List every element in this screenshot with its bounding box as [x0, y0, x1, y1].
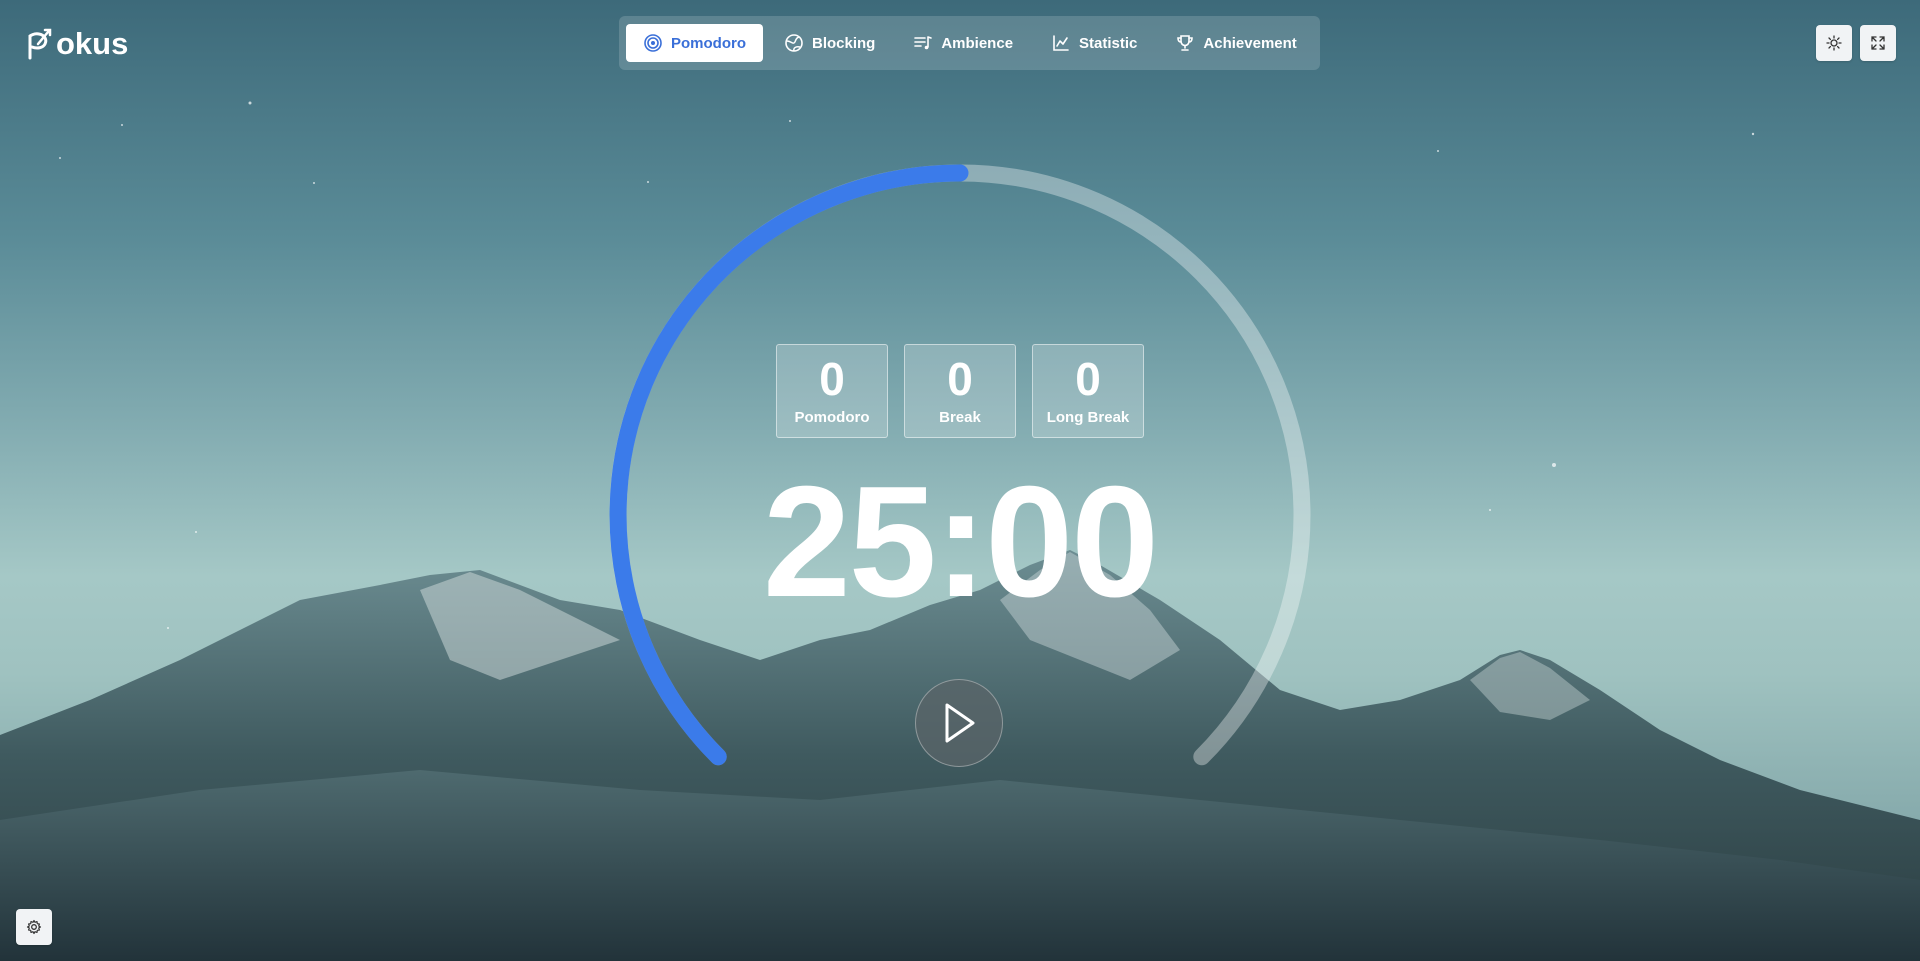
tab-achievement[interactable]: Achievement: [1158, 24, 1313, 62]
app-logo[interactable]: okus: [24, 26, 128, 62]
counter-label: Long Break: [1046, 409, 1130, 426]
counter-long-break: 0 Long Break: [1032, 344, 1144, 438]
counter-break: 0 Break: [904, 344, 1016, 438]
settings-button[interactable]: [16, 909, 52, 945]
play-icon: [945, 703, 975, 743]
main-nav: Pomodoro Blocking Ambience Statistic Ach…: [619, 16, 1320, 70]
counter-value: 0: [1075, 353, 1101, 405]
target-icon: [644, 34, 662, 52]
tab-ambience[interactable]: Ambience: [896, 24, 1030, 62]
tab-label: Pomodoro: [671, 34, 746, 52]
line-chart-icon: [1053, 35, 1069, 51]
gear-icon: [26, 919, 42, 935]
session-counters: 0 Pomodoro 0 Break 0 Long Break: [776, 344, 1144, 438]
fullscreen-button[interactable]: [1860, 25, 1896, 61]
tab-statistic[interactable]: Statistic: [1034, 24, 1154, 62]
expand-icon: [1871, 36, 1885, 50]
tab-label: Statistic: [1079, 34, 1138, 52]
tab-label: Ambience: [941, 34, 1014, 52]
tab-pomodoro[interactable]: Pomodoro: [626, 24, 763, 62]
counter-value: 0: [947, 353, 973, 405]
sun-icon: [1826, 35, 1842, 51]
theme-toggle-button[interactable]: [1816, 25, 1852, 61]
trophy-icon: [1177, 35, 1194, 51]
tab-label: Blocking: [812, 34, 876, 52]
counter-label: Break: [939, 409, 981, 426]
counter-label: Pomodoro: [794, 409, 870, 426]
counter-value: 0: [819, 353, 845, 405]
play-button[interactable]: [915, 679, 1003, 767]
music-list-icon: [914, 36, 933, 50]
logo-icon: [28, 28, 52, 60]
counter-pomodoro: 0 Pomodoro: [776, 344, 888, 438]
globe-icon: [785, 34, 803, 52]
timer-display: 25:00: [762, 454, 1159, 630]
tab-label: Achievement: [1203, 34, 1297, 52]
logo-text: okus: [56, 26, 129, 61]
tab-blocking[interactable]: Blocking: [767, 24, 892, 62]
